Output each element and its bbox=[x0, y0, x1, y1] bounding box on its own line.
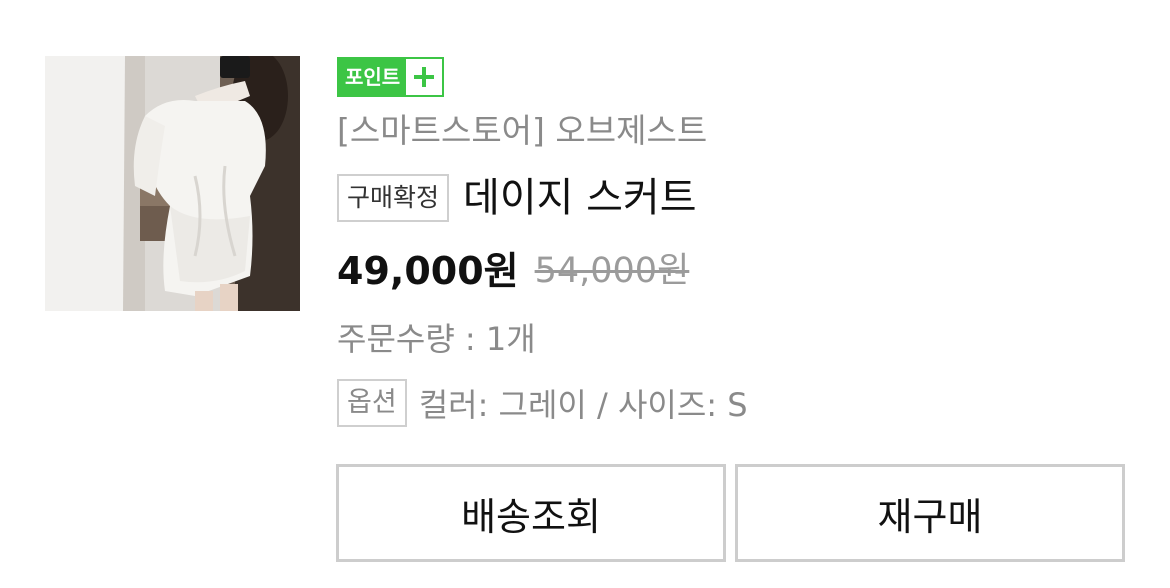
sale-price: 49,000원 bbox=[337, 248, 519, 293]
point-badge-label: 포인트 bbox=[339, 59, 407, 95]
option-text: 컬러: 그레이 / 사이즈: S bbox=[418, 386, 748, 424]
plus-icon bbox=[406, 59, 443, 95]
product-photo bbox=[45, 56, 300, 311]
rebuy-button[interactable]: 재구매 bbox=[735, 464, 1125, 562]
store-name[interactable]: [스마트스토어] 오브제스트 bbox=[337, 110, 707, 152]
product-title-row: 구매확정 데이지 스커트 bbox=[337, 172, 697, 224]
product-thumbnail[interactable] bbox=[45, 56, 300, 311]
order-quantity: 주문수량 : 1개 bbox=[337, 320, 536, 358]
track-delivery-button[interactable]: 배송조회 bbox=[336, 464, 726, 562]
status-badge: 구매확정 bbox=[337, 174, 450, 222]
point-plus-badge: 포인트 bbox=[337, 57, 445, 97]
order-item-card: 포인트 [스마트스토어] 오브제스트 구매확정 데이지 스커트 49,000원 … bbox=[0, 0, 1170, 588]
price-row: 49,000원 54,000원 bbox=[337, 242, 690, 293]
option-tag: 옵션 bbox=[337, 379, 407, 427]
product-name[interactable]: 데이지 스커트 bbox=[463, 172, 697, 224]
option-row: 옵션 컬러: 그레이 / 사이즈: S bbox=[337, 378, 748, 428]
original-price: 54,000원 bbox=[534, 250, 690, 291]
